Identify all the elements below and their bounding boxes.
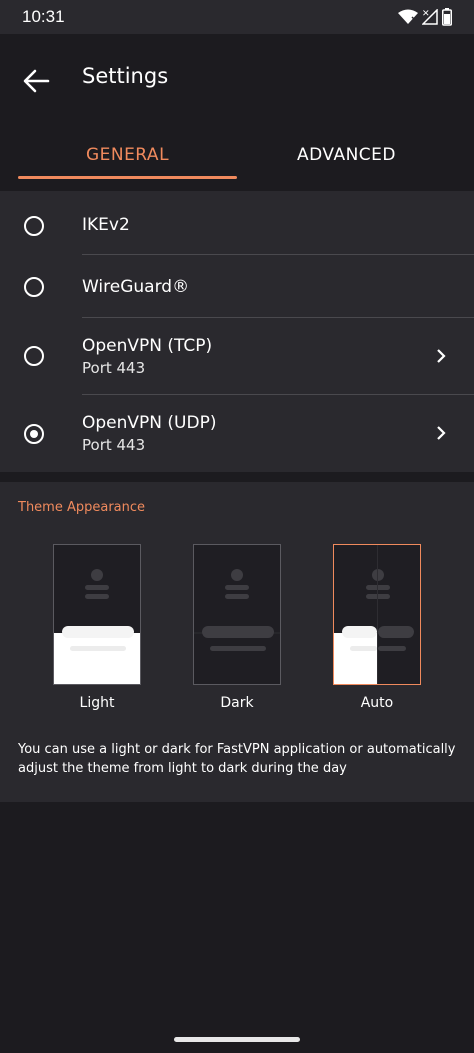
theme-section: Theme Appearance Light Dark Auto You can…	[0, 482, 474, 802]
protocol-port: Port 443	[82, 359, 146, 377]
radio-button[interactable]	[24, 277, 44, 297]
protocol-item-wireguard[interactable]: WireGuard®	[0, 255, 474, 317]
gesture-nav-bar[interactable]	[174, 1037, 300, 1042]
battery-icon	[442, 8, 452, 26]
protocol-item-ikev2[interactable]: IKEv2	[0, 191, 474, 254]
protocol-name: OpenVPN (UDP)	[82, 413, 217, 433]
radio-button-selected[interactable]	[24, 424, 44, 444]
theme-section-title: Theme Appearance	[18, 500, 146, 515]
theme-description: You can use a light or dark for FastVPN …	[18, 742, 456, 776]
protocol-item-openvpn-tcp[interactable]: OpenVPN (TCP) Port 443	[0, 318, 474, 394]
protocol-name: OpenVPN (TCP)	[82, 336, 213, 356]
theme-label-dark: Dark	[220, 695, 254, 711]
signal-icon	[422, 9, 438, 25]
protocol-name: WireGuard®	[82, 277, 190, 297]
light-theme-preview	[54, 545, 140, 684]
page-title: Settings	[82, 64, 169, 88]
protocol-name: IKEv2	[82, 215, 130, 235]
app-bar: Settings	[0, 34, 474, 126]
auto-theme-preview	[334, 545, 420, 684]
theme-option-light[interactable]	[53, 544, 141, 685]
status-bar: 10:31	[0, 0, 474, 34]
wifi-icon	[398, 9, 418, 24]
theme-label-auto: Auto	[360, 695, 394, 711]
chevron-right-icon[interactable]	[434, 426, 448, 440]
status-icons	[398, 8, 452, 26]
protocol-port: Port 443	[82, 436, 146, 454]
theme-label-light: Light	[79, 695, 115, 711]
radio-button[interactable]	[24, 346, 44, 366]
back-arrow-icon[interactable]	[22, 67, 50, 95]
theme-option-dark[interactable]	[193, 544, 281, 685]
chevron-right-icon[interactable]	[434, 349, 448, 363]
dark-theme-preview	[194, 545, 280, 684]
radio-button[interactable]	[24, 216, 44, 236]
tab-bar: GENERAL ADVANCED	[0, 126, 474, 184]
status-time: 10:31	[22, 7, 65, 26]
theme-option-auto[interactable]	[333, 544, 421, 685]
tab-advanced[interactable]: ADVANCED	[237, 126, 456, 184]
active-tab-indicator	[18, 176, 237, 179]
protocol-list: IKEv2 WireGuard® OpenVPN (TCP) Port 443 …	[0, 191, 474, 472]
protocol-item-openvpn-udp[interactable]: OpenVPN (UDP) Port 443	[0, 395, 474, 472]
